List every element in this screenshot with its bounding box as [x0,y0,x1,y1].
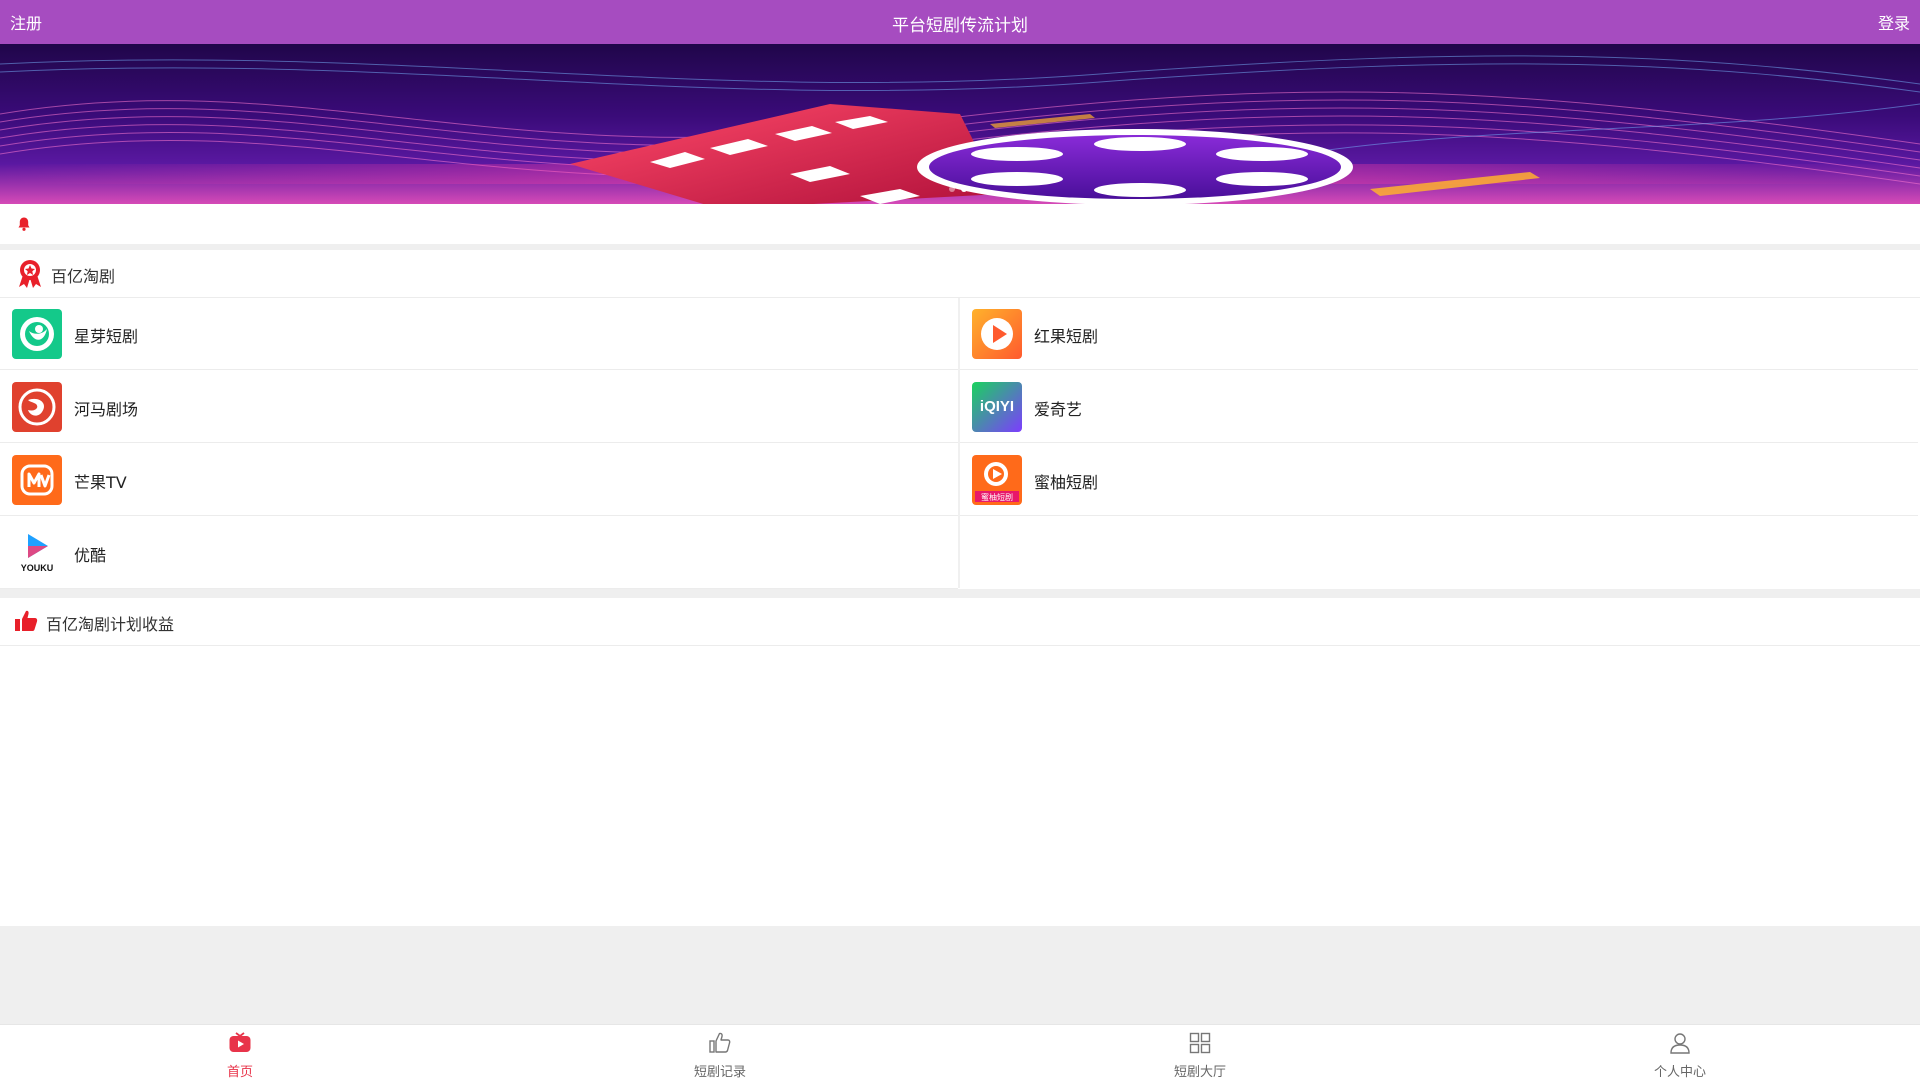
xingya-logo-icon [12,309,62,359]
tab-records[interactable]: 短剧记录 [620,1025,820,1081]
app-item-hongguo[interactable]: 红果短剧 [960,298,1918,370]
youku-logo-text: YOUKU [20,563,54,573]
app-item-xingya[interactable]: 星芽短剧 [0,298,958,370]
content-footer-area [0,926,1920,1024]
iqiyi-logo-icon: iQIYI [972,382,1022,432]
bottom-tab-bar: 首页 短剧记录 短剧大厅 个人中心 [0,1024,1920,1080]
bell-icon [18,217,30,231]
tab-hall[interactable]: 短剧大厅 [1100,1025,1300,1081]
app-item-iqiyi[interactable]: iQIYI 爱奇艺 [960,371,1918,443]
app-item-youku[interactable]: YOUKU 优酷 [0,517,958,589]
app-item-empty [960,517,1918,589]
app-name: 河马剧场 [74,400,139,419]
miyou-logo-icon: 蜜柚短剧 [972,455,1022,505]
iqiyi-logo-text: iQIYI [979,398,1015,415]
thumbs-up-icon [15,610,38,631]
grid-icon [1189,1032,1211,1054]
section-title: 百亿淘剧 [51,267,116,286]
app-name: 爱奇艺 [1034,400,1083,419]
notice-bar [0,204,1920,244]
mango-logo-icon [12,455,62,505]
banner-artwork [0,55,1920,204]
app-name: 红果短剧 [1034,327,1099,346]
hongguo-logo-icon [972,309,1022,359]
page-title: 平台短剧传流计划 [892,16,1028,36]
hema-logo-icon [12,382,62,432]
person-icon [1670,1033,1690,1054]
app-name: 星芽短剧 [74,327,139,346]
carousel-dots [949,186,967,192]
tab-profile[interactable]: 个人中心 [1580,1025,1780,1081]
top-header: 注册 平台短剧传流计划 登录 [0,0,1920,44]
section-title: 百亿淘剧计划收益 [46,615,175,634]
carousel-dot-active[interactable] [961,186,967,192]
app-name: 芒果TV [74,473,127,492]
section-header-taoju: 百亿淘剧 [0,250,1920,298]
app-item-hema[interactable]: 河马剧场 [0,371,958,443]
app-name: 蜜柚短剧 [1034,473,1099,492]
tab-home[interactable]: 首页 [140,1025,340,1081]
ribbon-badge-icon [19,260,41,288]
app-item-mango[interactable]: 芒果TV [0,444,958,516]
miyou-logo-text: 蜜柚短剧 [981,493,1013,502]
youku-logo-icon: YOUKU [12,528,62,578]
tab-label: 首页 [226,1065,253,1080]
login-link[interactable]: 登录 [1878,10,1910,34]
tab-label: 个人中心 [1653,1065,1706,1080]
divider [0,589,1920,598]
tab-label: 短剧记录 [693,1065,746,1080]
thumbs-up-outline-icon [709,1032,731,1053]
home-play-icon [229,1032,251,1052]
app-name: 优酷 [74,546,107,565]
carousel-dot[interactable] [949,186,955,192]
tab-label: 短剧大厅 [1173,1065,1226,1080]
banner-carousel[interactable] [0,44,1920,204]
app-item-miyou[interactable]: 蜜柚短剧 蜜柚短剧 [960,444,1918,516]
section-header-earnings: 百亿淘剧计划收益 [0,598,1920,646]
